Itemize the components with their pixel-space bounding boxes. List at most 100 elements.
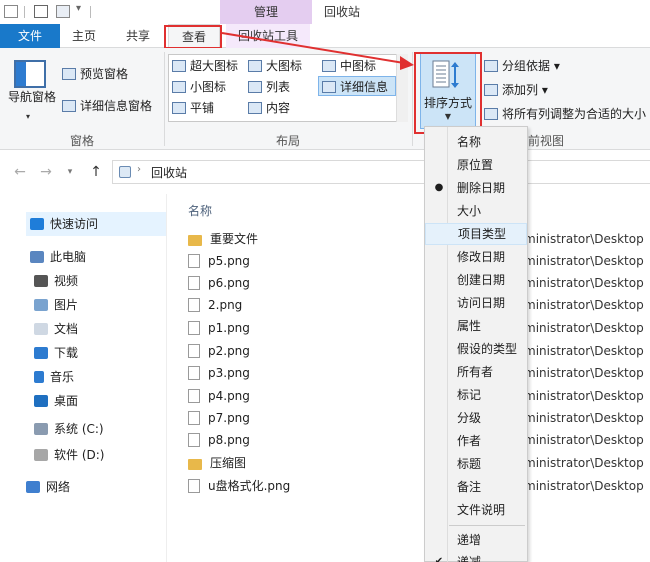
layout-gallery-scrollbar[interactable] [396,54,408,122]
content-icon [248,102,262,114]
nav-item-music[interactable]: 音乐 [34,366,74,388]
tab-file[interactable]: 文件 [0,24,60,48]
menu-item-comments[interactable]: 备注 [425,476,527,498]
large-icons-icon [248,60,262,72]
navigation-pane-button[interactable]: 导航窗格 [6,90,58,104]
nav-item-quick-access[interactable]: 快速访问 [26,212,166,236]
image-file-icon [188,479,200,493]
menu-item-date-accessed[interactable]: 访问日期 [425,292,527,314]
up-arrow-icon[interactable]: ↑ [88,164,104,180]
nav-item-documents[interactable]: 文档 [34,318,78,340]
menu-item-authors[interactable]: 作者 [425,430,527,452]
menu-item-original-location[interactable]: 原位置 [425,154,527,176]
preview-pane-button[interactable]: 预览窗格 [62,64,128,84]
original-location-cell: ministrator\Desktop [524,411,644,425]
menu-item-item-type[interactable]: 项目类型 [425,223,527,245]
layout-small-icons[interactable]: 小图标 [172,77,226,97]
menu-item-descending[interactable]: ✔ 递减 [425,551,527,562]
folder-icon [188,459,202,470]
address-bar-row: ← → ▾ ↑ › 回收站 [0,150,650,194]
group-by-icon [484,60,498,72]
original-location-cell: ministrator\Desktop [524,344,644,358]
layout-details[interactable]: 详细信息 [322,77,388,97]
layout-tiles[interactable]: 平铺 [172,98,214,118]
layout-content[interactable]: 内容 [248,98,290,118]
recent-locations-icon[interactable]: ▾ [62,164,78,180]
menu-item-attributes[interactable]: 属性 [425,315,527,337]
properties-quick-icon[interactable] [34,5,48,18]
layout-extra-large-icons[interactable]: 超大图标 [172,56,238,76]
music-note-icon [34,371,44,383]
original-location-cell: ministrator\Desktop [524,433,644,447]
original-location-cell: ministrator\Desktop [524,366,644,380]
menu-item-owner[interactable]: 所有者 [425,361,527,383]
column-header-name[interactable]: 名称 [188,202,212,219]
chevron-down-icon[interactable]: ▾ [26,112,30,121]
menu-item-date-created[interactable]: 创建日期 [425,269,527,291]
add-columns-button[interactable]: 添加列 ▾ [484,80,548,100]
nav-item-desktop[interactable]: 桌面 [34,390,78,412]
tiles-icon [172,102,186,114]
nav-item-drive-d[interactable]: 软件 (D:) [34,444,104,466]
image-file-icon [188,276,200,290]
breadcrumb-chevron-icon[interactable]: › [137,164,141,175]
nav-item-drive-c[interactable]: 系统 (C:) [34,418,104,440]
video-icon [34,275,48,287]
menu-item-ascending[interactable]: 递增 [425,529,527,551]
system-drive-icon [34,423,48,435]
menu-item-name[interactable]: 名称 [425,131,527,153]
window-title: 回收站 [324,5,361,19]
original-location-cell: ministrator\Desktop [524,254,644,268]
menu-item-date-modified[interactable]: 修改日期 [425,246,527,268]
forward-arrow-icon[interactable]: → [38,164,54,180]
original-location-cell: ministrator\Desktop [524,321,644,335]
preview-pane-icon [62,68,76,80]
menu-item-date-deleted[interactable]: ● 删除日期 [425,177,527,199]
group-label-panes: 窗格 [70,134,95,148]
pane-divider[interactable] [166,194,167,562]
breadcrumb-location[interactable]: 回收站 [151,164,187,181]
tab-recycle-bin-tools[interactable]: 回收站工具 [226,24,310,48]
star-icon [30,218,44,230]
details-pane-icon [62,100,76,112]
back-arrow-icon[interactable]: ← [12,164,28,180]
separator [90,6,91,18]
quick-access-dropdown-icon[interactable]: ▾ [76,3,81,14]
navigation-pane-icon[interactable] [14,60,46,88]
layout-medium-icons[interactable]: 中图标 [322,56,376,76]
address-bar[interactable]: › 回收站 [112,160,650,184]
new-folder-quick-icon[interactable] [56,5,70,18]
details-pane-button[interactable]: 详细信息窗格 [62,96,152,116]
separator [412,52,413,146]
menu-item-title[interactable]: 标题 [425,453,527,475]
image-file-icon [188,254,200,268]
image-file-icon [188,366,200,380]
image-file-icon [188,389,200,403]
nav-item-this-pc[interactable]: 此电脑 [30,246,86,268]
original-location-cell: ministrator\Desktop [524,298,644,312]
original-location-cell: ministrator\Desktop [524,479,644,493]
nav-item-downloads[interactable]: 下载 [34,342,78,364]
separator [24,6,25,18]
size-all-columns-button[interactable]: 将所有列调整为合适的大小 [484,104,646,124]
menu-item-perceived-type[interactable]: 假设的类型 [425,338,527,360]
list-icon [248,81,262,93]
medium-icons-icon [322,60,336,72]
nav-item-pictures[interactable]: 图片 [34,294,78,316]
ribbon: 导航窗格 ▾ 预览窗格 详细信息窗格 窗格 超大图标 大图标 中图标 小图标 列… [0,48,650,150]
tab-home[interactable]: 主页 [64,24,104,48]
menu-item-file-description[interactable]: 文件说明 [425,499,527,521]
menu-item-size[interactable]: 大小 [425,200,527,222]
menu-item-tags[interactable]: 标记 [425,384,527,406]
layout-large-icons[interactable]: 大图标 [248,56,302,76]
bullet-icon: ● [434,182,444,193]
menu-item-rating[interactable]: 分级 [425,407,527,429]
tab-share[interactable]: 共享 [118,24,158,48]
nav-item-network[interactable]: 网络 [26,476,70,498]
extra-large-icons-icon [172,60,186,72]
layout-list[interactable]: 列表 [248,77,290,97]
image-file-icon [188,321,200,335]
nav-item-videos[interactable]: 视频 [34,270,78,292]
group-by-button[interactable]: 分组依据 ▾ [484,56,560,76]
folder-icon [188,235,202,246]
